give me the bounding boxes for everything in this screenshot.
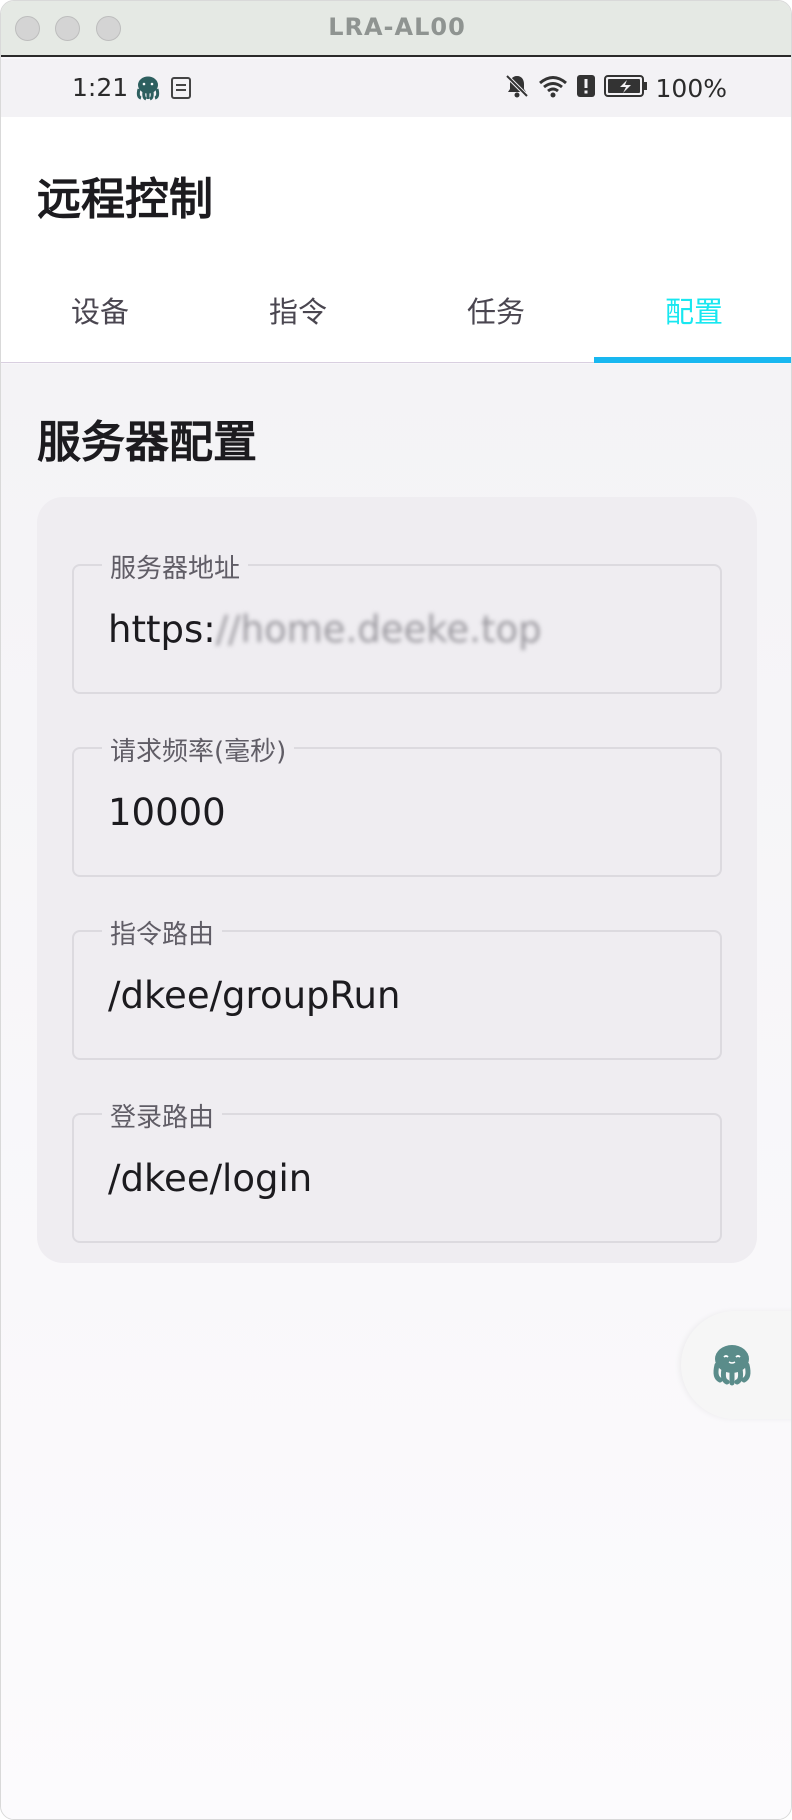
status-time: 1:21 xyxy=(72,73,129,102)
sim-icon xyxy=(171,77,191,99)
settings-content: 服务器配置 服务器地址 https://home.deeke.top 请求频率(… xyxy=(1,364,791,1819)
request-interval-field[interactable]: 请求频率(毫秒) 10000 xyxy=(72,731,722,877)
octopus-icon xyxy=(135,75,161,101)
tab-indicator xyxy=(594,357,791,363)
status-bar: 1:21 100% xyxy=(1,59,791,117)
request-interval-label: 请求频率(毫秒) xyxy=(102,731,295,768)
window-title: LRA-AL00 xyxy=(328,13,466,41)
window-titlebar: LRA-AL00 xyxy=(1,1,791,57)
login-route-label: 登录路由 xyxy=(102,1097,223,1134)
wifi-icon xyxy=(538,73,568,103)
server-config-card: 服务器地址 https://home.deeke.top 请求频率(毫秒) 10… xyxy=(37,497,757,1263)
mute-bell-icon xyxy=(504,73,530,103)
tab-commands[interactable]: 指令 xyxy=(199,251,397,362)
command-route-label: 指令路由 xyxy=(102,914,223,951)
section-title: 服务器配置 xyxy=(37,417,257,468)
server-address-field[interactable]: 服务器地址 https://home.deeke.top xyxy=(72,548,722,694)
tab-bar: 设备 指令 任务 配置 xyxy=(1,251,791,363)
login-route-value[interactable]: /dkee/login xyxy=(108,1157,312,1200)
command-route-value[interactable]: /dkee/groupRun xyxy=(108,974,400,1017)
octopus-icon xyxy=(713,1345,751,1386)
app-bar: 远程控制 xyxy=(1,117,791,251)
battery-charging-icon xyxy=(603,74,648,102)
app-window: LRA-AL00 1:21 100% 远程控制 设备 指令 任务 配置 服务器配… xyxy=(0,0,792,1820)
server-address-obscured: //home.deeke.top xyxy=(215,608,542,651)
server-address-label: 服务器地址 xyxy=(102,548,249,585)
command-route-field[interactable]: 指令路由 /dkee/groupRun xyxy=(72,914,722,1060)
tab-tasks[interactable]: 任务 xyxy=(397,251,595,362)
page-title: 远程控制 xyxy=(37,174,213,225)
alert-icon xyxy=(576,74,596,102)
request-interval-value[interactable]: 10000 xyxy=(108,791,226,834)
battery-percent: 100% xyxy=(655,73,727,103)
server-address-prefix: https: xyxy=(108,608,216,651)
tab-settings[interactable]: 配置 xyxy=(595,251,791,362)
tab-devices[interactable]: 设备 xyxy=(1,251,199,362)
server-address-value[interactable]: https://home.deeke.top xyxy=(108,608,542,651)
login-route-field[interactable]: 登录路由 /dkee/login xyxy=(72,1097,722,1243)
floating-assistant-button[interactable] xyxy=(681,1311,791,1419)
